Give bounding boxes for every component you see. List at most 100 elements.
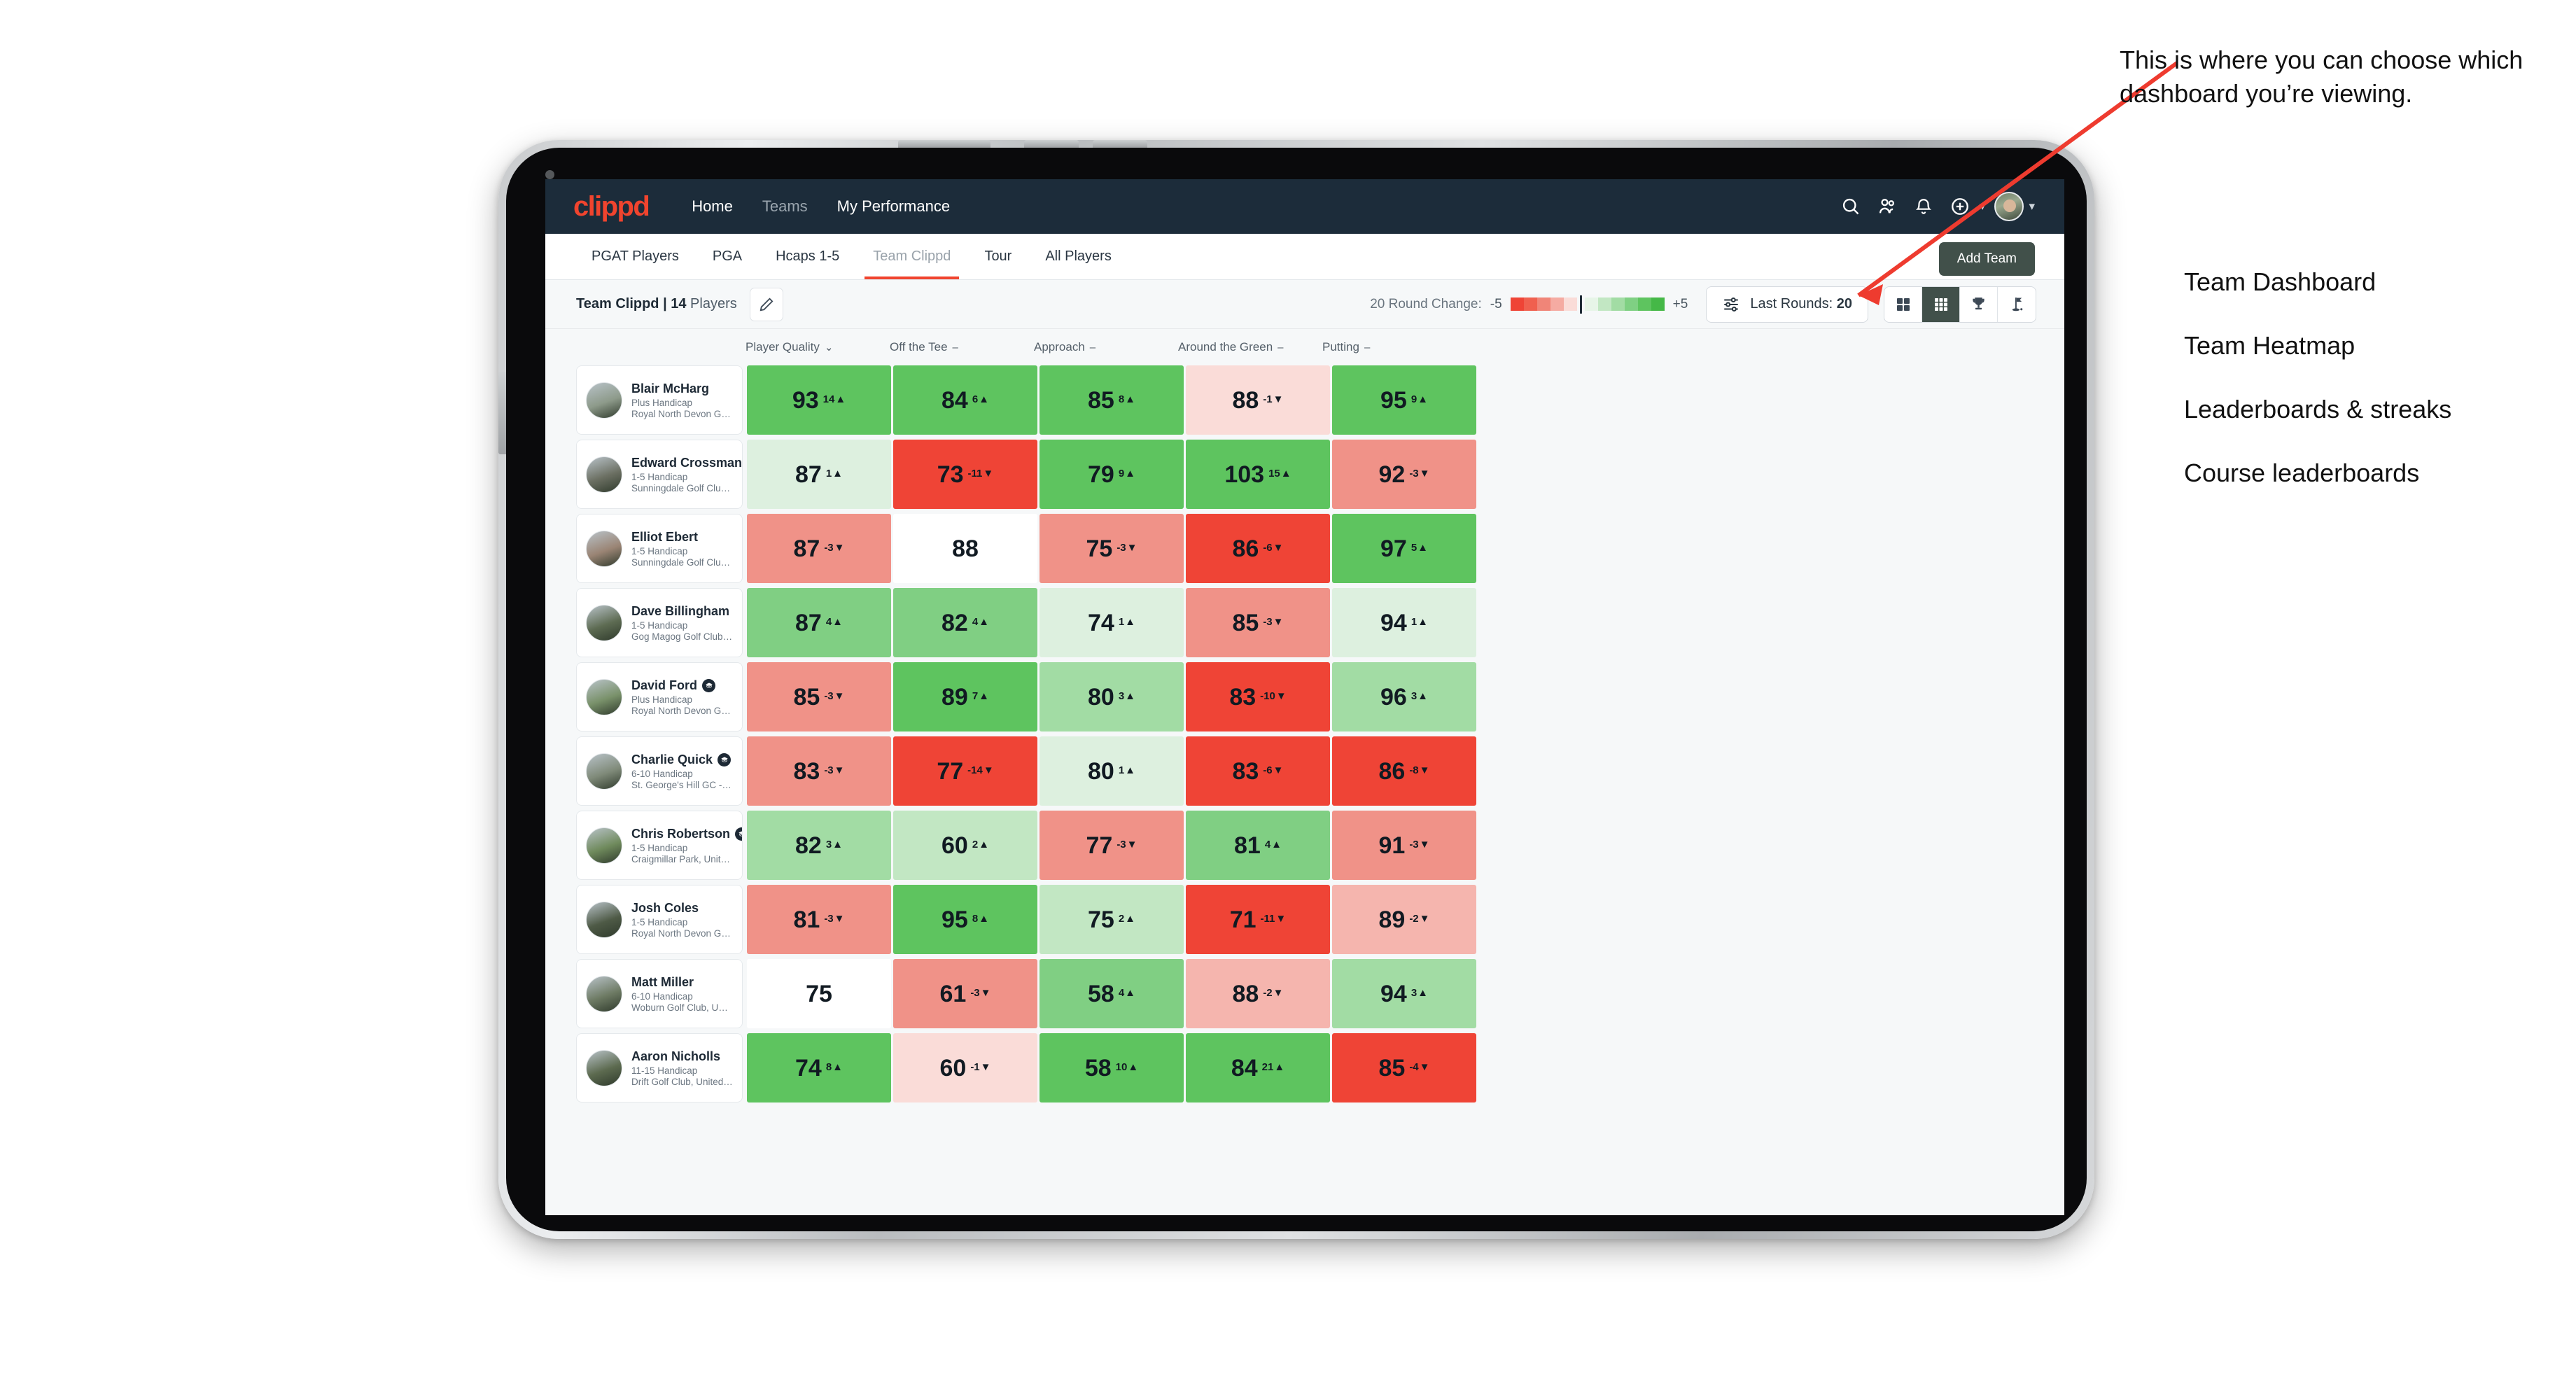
player-card[interactable]: Elliot Ebert 1-5 Handicap Sunningdale Golf…: [576, 514, 743, 583]
metric-cell[interactable]: 87 4 ▲: [747, 588, 891, 657]
tab-pgat-players[interactable]: PGAT Players: [575, 234, 696, 279]
metric-cell[interactable]: 103 15 ▲: [1186, 440, 1330, 509]
table-row[interactable]: Elliot Ebert 1-5 Handicap Sunningdale Golf…: [576, 514, 2029, 583]
metric-cell[interactable]: 86 -6 ▼: [1186, 514, 1330, 583]
table-row[interactable]: Dave Billingham 1-5 Handicap Gog Magog Gol…: [576, 588, 2029, 657]
metric-delta: 4 ▲: [826, 617, 843, 629]
metric-cell[interactable]: 77 -14 ▼: [893, 736, 1037, 806]
metric-cell[interactable]: 58 10 ▲: [1040, 1033, 1184, 1102]
metric-cell[interactable]: 75: [747, 959, 891, 1028]
metric-cell[interactable]: 80 3 ▲: [1040, 662, 1184, 732]
metric-cell[interactable]: 61 -3 ▼: [893, 959, 1037, 1028]
volume-down-button[interactable]: [1093, 140, 1147, 148]
nav-link-home[interactable]: Home: [677, 197, 748, 216]
column-header[interactable]: Around the Green –: [1175, 340, 1320, 354]
tab-all-players[interactable]: All Players: [1028, 234, 1128, 279]
metric-cell[interactable]: 73 -11 ▼: [893, 440, 1037, 509]
metric-cell[interactable]: 92 -3 ▼: [1332, 440, 1476, 509]
metric-cell[interactable]: 93 14 ▲: [747, 365, 891, 435]
table-row[interactable]: Chris Robertson 1-5 Handicap Craigmillar P…: [576, 811, 2029, 880]
triangle-up-icon: ▲: [979, 393, 990, 405]
metric-cell[interactable]: 95 9 ▲: [1332, 365, 1476, 435]
legend-swatch: [1624, 298, 1638, 311]
player-name-text: Chris Robertson: [631, 826, 731, 841]
table-row[interactable]: Matt Miller 6-10 Handicap Woburn Golf Club…: [576, 959, 2029, 1028]
metric-cell[interactable]: 74 8 ▲: [747, 1033, 891, 1102]
tab-pga[interactable]: PGA: [696, 234, 759, 279]
metric-cell[interactable]: 95 8 ▲: [893, 885, 1037, 954]
metric-cell[interactable]: 82 3 ▲: [747, 811, 891, 880]
player-card[interactable]: Blair McHarg Plus Handicap Royal North Dev…: [576, 365, 743, 435]
metric-cell[interactable]: 60 2 ▲: [893, 811, 1037, 880]
player-card[interactable]: Josh Coles 1-5 Handicap Royal North Devon …: [576, 885, 743, 954]
metric-cell[interactable]: 77 -3 ▼: [1040, 811, 1184, 880]
metric-cell[interactable]: 58 4 ▲: [1040, 959, 1184, 1028]
column-header[interactable]: Approach –: [1031, 340, 1175, 354]
table-row[interactable]: Blair McHarg Plus Handicap Royal North Dev…: [576, 365, 2029, 435]
pencil-icon[interactable]: [749, 287, 783, 321]
player-card[interactable]: Charlie Quick 6-10 Handicap St. George's H…: [576, 736, 743, 806]
metric-cell[interactable]: 85 -3 ▼: [747, 662, 891, 732]
power-button[interactable]: [898, 140, 990, 148]
metric-cell[interactable]: 91 -3 ▼: [1332, 811, 1476, 880]
nav-link-teams[interactable]: Teams: [748, 197, 822, 216]
metric-cell[interactable]: 83 -6 ▼: [1186, 736, 1330, 806]
player-card[interactable]: Matt Miller 6-10 Handicap Woburn Golf Club…: [576, 959, 743, 1028]
player-card[interactable]: Dave Billingham 1-5 Handicap Gog Magog Gol…: [576, 588, 743, 657]
metric-cell[interactable]: 87 1 ▲: [747, 440, 891, 509]
tab-team-clippd[interactable]: Team Clippd: [856, 234, 967, 279]
table-row[interactable]: David Ford Plus Handicap Royal North Devon…: [576, 662, 2029, 732]
table-row[interactable]: Edward Crossman 1-5 Handicap Sunningdale G…: [576, 440, 2029, 509]
metric-cell[interactable]: 86 -8 ▼: [1332, 736, 1476, 806]
column-header-label: Approach: [1034, 340, 1085, 354]
metric-cell[interactable]: 83 -10 ▼: [1186, 662, 1330, 732]
volume-up-button[interactable]: [1024, 140, 1079, 148]
column-header[interactable]: Putting –: [1320, 340, 1464, 354]
annotation-item-leaderboards-streaks: Leaderboards & streaks: [2184, 395, 2452, 424]
metric-cell[interactable]: 94 3 ▲: [1332, 959, 1476, 1028]
legend-swatch: [1510, 298, 1524, 311]
metric-cell[interactable]: 87 -3 ▼: [747, 514, 891, 583]
metric-cell[interactable]: 81 4 ▲: [1186, 811, 1330, 880]
nav-link-my-performance[interactable]: My Performance: [822, 197, 965, 216]
metric-cell[interactable]: 71 -11 ▼: [1186, 885, 1330, 954]
side-button[interactable]: [498, 372, 506, 454]
metric-cell[interactable]: 80 1 ▲: [1040, 736, 1184, 806]
column-header[interactable]: Off the Tee –: [887, 340, 1031, 354]
metric-cell[interactable]: 85 8 ▲: [1040, 365, 1184, 435]
metric-cell[interactable]: 97 5 ▲: [1332, 514, 1476, 583]
clippd-logo[interactable]: clippd: [573, 192, 650, 220]
metric-cell[interactable]: 85 -3 ▼: [1186, 588, 1330, 657]
metric-cell[interactable]: 81 -3 ▼: [747, 885, 891, 954]
metric-cell[interactable]: 85 -4 ▼: [1332, 1033, 1476, 1102]
player-card[interactable]: Chris Robertson 1-5 Handicap Craigmillar P…: [576, 811, 743, 880]
triangle-down-icon: ▼: [834, 690, 845, 702]
metric-cell[interactable]: 74 1 ▲: [1040, 588, 1184, 657]
metric-cell[interactable]: 89 -2 ▼: [1332, 885, 1476, 954]
table-row[interactable]: Aaron Nicholls 11-15 Handicap Drift Golf C…: [576, 1033, 2029, 1102]
player-card[interactable]: David Ford Plus Handicap Royal North Devon…: [576, 662, 743, 732]
metric-cell[interactable]: 83 -3 ▼: [747, 736, 891, 806]
metric-cell[interactable]: 82 4 ▲: [893, 588, 1037, 657]
metric-cell[interactable]: 88 -2 ▼: [1186, 959, 1330, 1028]
metric-cell[interactable]: 96 3 ▲: [1332, 662, 1476, 732]
table-row[interactable]: Josh Coles 1-5 Handicap Royal North Devon …: [576, 885, 2029, 954]
player-handicap: 6-10 Handicap: [631, 768, 693, 779]
metric-cell[interactable]: 88 -1 ▼: [1186, 365, 1330, 435]
tab-tour[interactable]: Tour: [967, 234, 1028, 279]
metric-cell[interactable]: 60 -1 ▼: [893, 1033, 1037, 1102]
metric-cell[interactable]: 84 6 ▲: [893, 365, 1037, 435]
metric-cell[interactable]: 75 2 ▲: [1040, 885, 1184, 954]
metric-cell[interactable]: 84 21 ▲: [1186, 1033, 1330, 1102]
metric-cell[interactable]: 94 1 ▲: [1332, 588, 1476, 657]
dash-icon: –: [1278, 341, 1284, 354]
table-row[interactable]: Charlie Quick 6-10 Handicap St. George's H…: [576, 736, 2029, 806]
player-card[interactable]: Aaron Nicholls 11-15 Handicap Drift Golf C…: [576, 1033, 743, 1102]
column-header[interactable]: Player Quality ⌄: [743, 340, 887, 354]
player-card[interactable]: Edward Crossman 1-5 Handicap Sunningdale G…: [576, 440, 743, 509]
metric-cell[interactable]: 75 -3 ▼: [1040, 514, 1184, 583]
metric-cell[interactable]: 88: [893, 514, 1037, 583]
metric-cell[interactable]: 79 9 ▲: [1040, 440, 1184, 509]
metric-cell[interactable]: 89 7 ▲: [893, 662, 1037, 732]
tab-hcaps-1-5[interactable]: Hcaps 1-5: [759, 234, 856, 279]
